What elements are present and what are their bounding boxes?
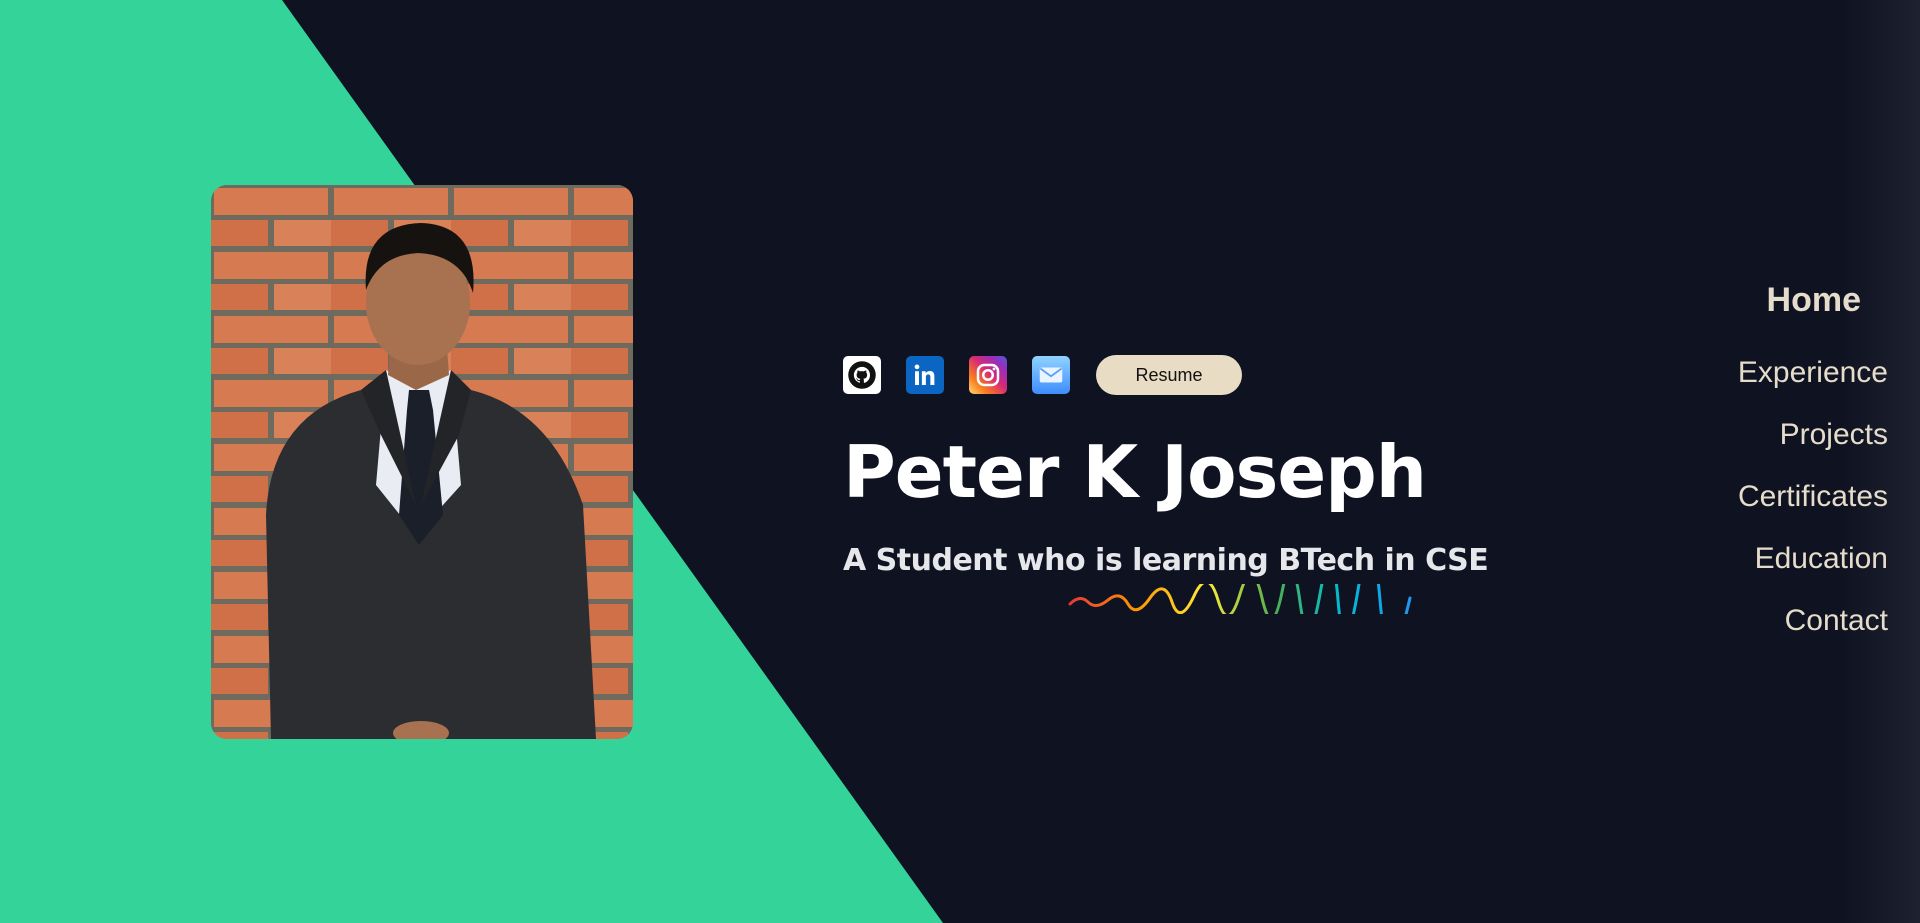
social-links: Resume xyxy=(843,355,1242,395)
github-icon[interactable] xyxy=(843,356,881,394)
resume-button[interactable]: Resume xyxy=(1096,355,1242,395)
linkedin-icon[interactable] xyxy=(906,356,944,394)
nav-certificates[interactable]: Certificates xyxy=(1738,479,1888,515)
hero-name: Peter K Joseph xyxy=(843,430,1427,514)
nav-home[interactable]: Home xyxy=(1738,282,1861,318)
nav-experience[interactable]: Experience xyxy=(1738,355,1888,391)
mail-icon[interactable] xyxy=(1032,356,1070,394)
profile-photo xyxy=(211,185,633,739)
instagram-icon[interactable] xyxy=(969,356,1007,394)
main-nav: Home Experience Projects Certificates Ed… xyxy=(1738,282,1888,665)
rainbow-squiggle-underline xyxy=(1068,584,1412,614)
nav-contact[interactable]: Contact xyxy=(1738,603,1888,639)
nav-projects[interactable]: Projects xyxy=(1738,417,1888,453)
nav-education[interactable]: Education xyxy=(1738,541,1888,577)
hero-tagline: A Student who is learning BTech in CSE xyxy=(843,543,1489,578)
